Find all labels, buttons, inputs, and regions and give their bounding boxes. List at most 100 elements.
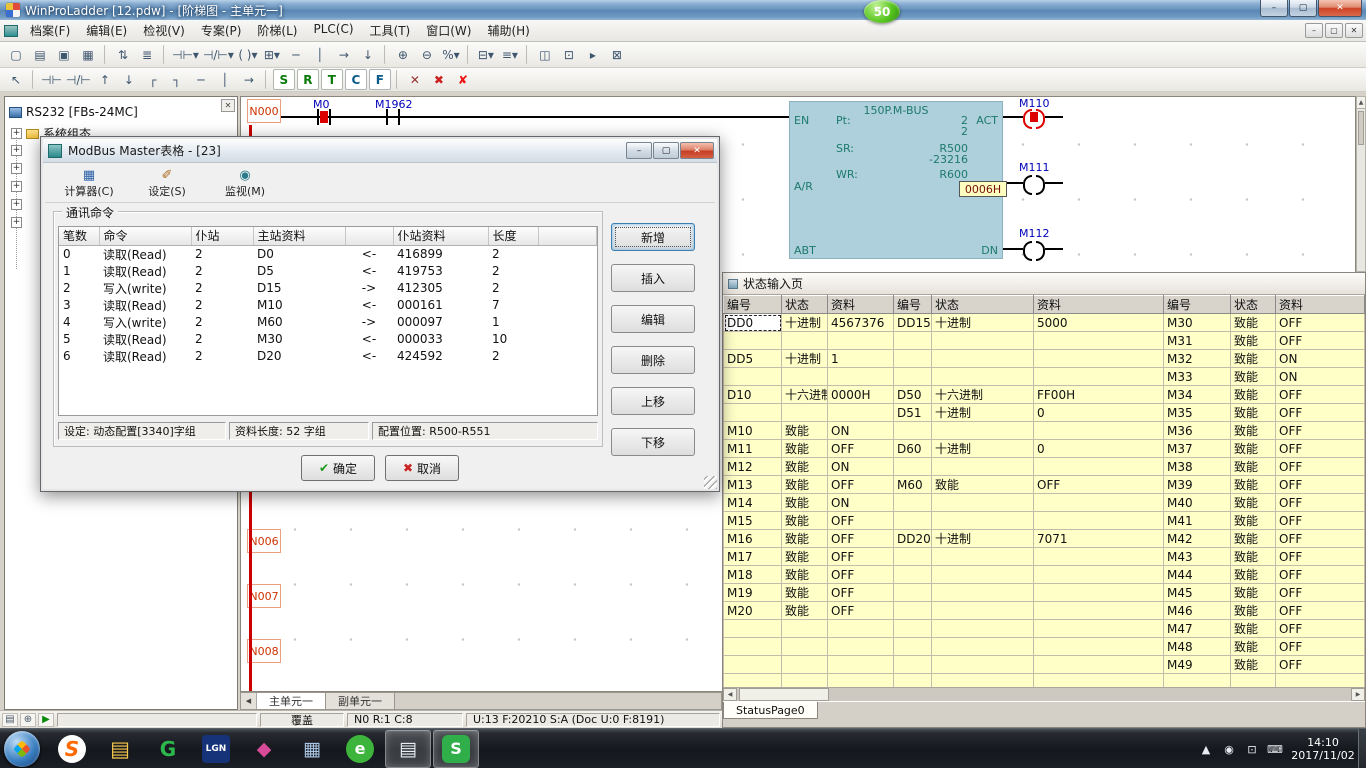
- status-cell[interactable]: 1: [828, 350, 894, 368]
- modbus-command-row[interactable]: 5 读取(Read) 2 M30 <- 000033 10: [59, 331, 597, 348]
- status-cell[interactable]: [1034, 458, 1164, 476]
- status-cell[interactable]: M14: [724, 494, 782, 512]
- modbus-command-row[interactable]: 3 读取(Read) 2 M10 <- 000161 7: [59, 297, 597, 314]
- status-cell[interactable]: [828, 620, 894, 638]
- monitor-icon[interactable]: ◫: [534, 44, 556, 65]
- status-cell[interactable]: 致能: [1231, 638, 1276, 656]
- modbus-command-row[interactable]: 2 写入(write) 2 D15 -> 412305 2: [59, 280, 597, 297]
- status-cell[interactable]: M17: [724, 548, 782, 566]
- status-cell[interactable]: OFF: [828, 476, 894, 494]
- network-label-n008[interactable]: N008: [247, 639, 281, 663]
- status-cell[interactable]: 致能: [782, 494, 828, 512]
- status-cell[interactable]: OFF: [1276, 620, 1365, 638]
- status-cell[interactable]: [1034, 494, 1164, 512]
- ladder-sheet-tab[interactable]: 主单元一: [257, 693, 326, 709]
- status-cell[interactable]: OFF: [1276, 656, 1365, 674]
- resize-grip[interactable]: [704, 476, 717, 489]
- status-cell[interactable]: [782, 404, 828, 422]
- status-cell[interactable]: ON: [828, 458, 894, 476]
- status-cell[interactable]: M16: [724, 530, 782, 548]
- function-dropdown-icon[interactable]: ⊞▾: [261, 44, 283, 65]
- status-cell[interactable]: [782, 368, 828, 386]
- modbus-command-row[interactable]: 4 写入(write) 2 M60 -> 000097 1: [59, 314, 597, 331]
- speed-ball-overlay[interactable]: 50: [864, 0, 900, 23]
- dialog-side-button[interactable]: 上移: [611, 387, 695, 415]
- status-column-header[interactable]: 资料: [828, 296, 894, 314]
- status-column-header[interactable]: 资料: [1034, 296, 1164, 314]
- status-cell[interactable]: OFF: [1034, 476, 1164, 494]
- status-cell[interactable]: [782, 332, 828, 350]
- status-cell[interactable]: [894, 620, 932, 638]
- status-cell[interactable]: 致能: [782, 512, 828, 530]
- status-cell[interactable]: [1034, 656, 1164, 674]
- status-cell[interactable]: OFF: [1276, 638, 1365, 656]
- status-cell[interactable]: 4567376: [828, 314, 894, 332]
- status-cell[interactable]: OFF: [1276, 422, 1365, 440]
- status-cell[interactable]: M41: [1164, 512, 1231, 530]
- separator[interactable]: [526, 45, 529, 64]
- page-icon[interactable]: ▤: [2, 713, 18, 727]
- status-cell[interactable]: 致能: [1231, 314, 1276, 332]
- status-cell[interactable]: ON: [828, 494, 894, 512]
- status-cell[interactable]: [894, 332, 932, 350]
- status-cell[interactable]: [782, 656, 828, 674]
- status-cell[interactable]: M13: [724, 476, 782, 494]
- mdi-close-button[interactable]: ✕: [1345, 23, 1363, 38]
- separator[interactable]: [265, 70, 268, 89]
- mdi-minimize-button[interactable]: –: [1305, 23, 1323, 38]
- separator[interactable]: [163, 45, 166, 64]
- tray-expand-icon[interactable]: ▲: [1198, 743, 1214, 756]
- status-cell[interactable]: 致能: [782, 602, 828, 620]
- status-cell[interactable]: D50: [894, 386, 932, 404]
- status-page-tab[interactable]: StatusPage0: [723, 702, 818, 719]
- modbus-column-header[interactable]: 主站资料: [253, 227, 345, 245]
- status-cell[interactable]: [932, 638, 1034, 656]
- separator[interactable]: [104, 45, 107, 64]
- status-cell[interactable]: 致能: [782, 422, 828, 440]
- zoom-icon[interactable]: ⊕: [20, 713, 36, 727]
- status-cell[interactable]: [1231, 674, 1276, 688]
- status-cell[interactable]: [1164, 674, 1231, 688]
- modbus-command-row[interactable]: 1 读取(Read) 2 D5 <- 419753 2: [59, 263, 597, 280]
- comment-icon[interactable]: ≡▾: [499, 44, 521, 65]
- status-cell[interactable]: M30: [1164, 314, 1231, 332]
- status-cell[interactable]: 致能: [1231, 332, 1276, 350]
- status-cell[interactable]: [932, 332, 1034, 350]
- status-cell[interactable]: 7071: [1034, 530, 1164, 548]
- dialog-side-button[interactable]: 删除: [611, 346, 695, 374]
- status-cell[interactable]: 十六进制: [932, 386, 1034, 404]
- status-cell[interactable]: 致能: [1231, 368, 1276, 386]
- wire-arrow-icon[interactable]: →: [238, 69, 260, 90]
- status-cell[interactable]: OFF: [828, 530, 894, 548]
- status-cell[interactable]: M36: [1164, 422, 1231, 440]
- taskbar-paint-icon[interactable]: ◆: [241, 730, 287, 768]
- status-cell[interactable]: OFF: [1276, 458, 1365, 476]
- menu-item[interactable]: PLC(C): [305, 20, 361, 41]
- taskbar-lgn-icon[interactable]: LGN: [193, 730, 239, 768]
- status-cell[interactable]: [894, 638, 932, 656]
- tray-user-icon[interactable]: ◉: [1221, 743, 1237, 756]
- menu-item[interactable]: 工具(T): [362, 20, 419, 41]
- zoom-in-icon[interactable]: ⊕: [392, 44, 414, 65]
- status-cell[interactable]: D60: [894, 440, 932, 458]
- status-cell[interactable]: M49: [1164, 656, 1231, 674]
- scroll-right-icon[interactable]: ▶: [1351, 688, 1365, 701]
- modbus-command-row[interactable]: 6 读取(Read) 2 D20 <- 424592 2: [59, 348, 597, 365]
- status-column-header[interactable]: 状态: [1231, 296, 1276, 314]
- status-cell[interactable]: [1034, 368, 1164, 386]
- status-cell[interactable]: 致能: [1231, 656, 1276, 674]
- tab-scroll-left-icon[interactable]: ◀: [241, 693, 257, 709]
- ok-button[interactable]: ✔ 确定: [301, 455, 375, 481]
- status-cell[interactable]: DD5: [724, 350, 782, 368]
- menu-item[interactable]: 辅助(H): [479, 20, 537, 41]
- status-cell[interactable]: 0: [1034, 404, 1164, 422]
- status-cell[interactable]: M42: [1164, 530, 1231, 548]
- maximize-button[interactable]: ▢: [1289, 0, 1317, 17]
- dialog-side-button[interactable]: 插入: [611, 264, 695, 292]
- status-cell[interactable]: [932, 620, 1034, 638]
- status-cell[interactable]: [828, 332, 894, 350]
- cancel-button[interactable]: ✖ 取消: [385, 455, 459, 481]
- status-cell[interactable]: M37: [1164, 440, 1231, 458]
- clock[interactable]: 14:10 2017/11/02: [1290, 736, 1356, 762]
- branch-open-icon[interactable]: ┌: [142, 69, 164, 90]
